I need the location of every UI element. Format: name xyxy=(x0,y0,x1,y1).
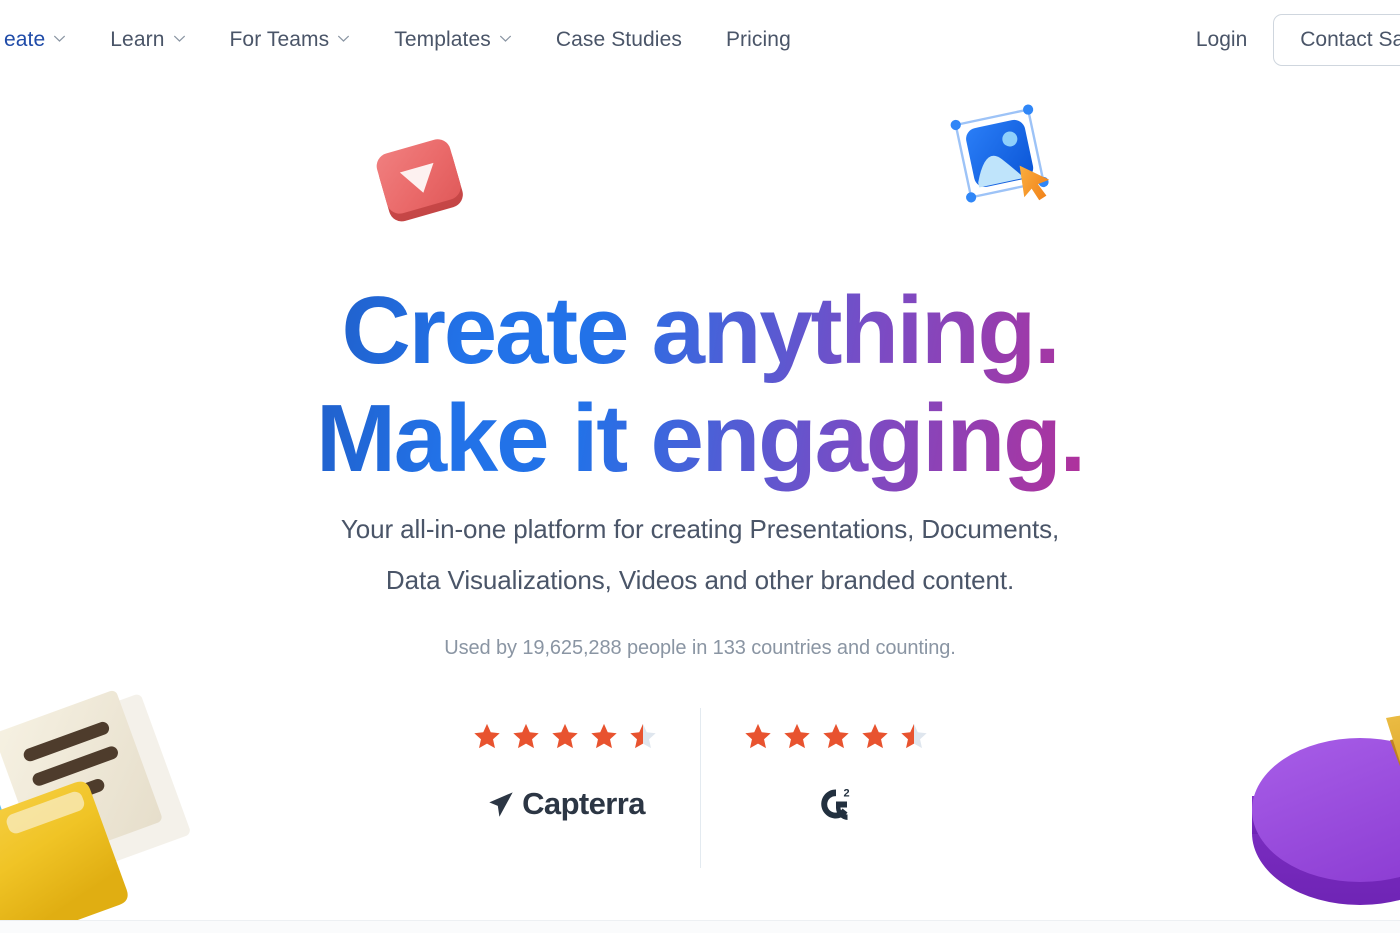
used-by-stat: Used by 19,625,288 people in 133 countri… xyxy=(444,637,956,659)
contact-sales-button[interactable]: Contact Sales xyxy=(1273,14,1400,66)
login-link[interactable]: Login xyxy=(1196,28,1247,52)
nav-item-for-teams-label: For Teams xyxy=(229,28,330,51)
star-icon xyxy=(822,723,849,748)
rating-block-capterra[interactable]: Capterra xyxy=(456,708,674,868)
star-icon xyxy=(861,723,888,748)
chevron-down-icon xyxy=(337,32,350,45)
star-icon xyxy=(512,723,539,748)
star-half-icon xyxy=(629,723,656,748)
rating-block-g2[interactable]: 2 xyxy=(727,708,945,868)
primary-nav: eate Learn For Teams Templates Case Stud xyxy=(0,0,813,80)
top-navigation-bar: eate Learn For Teams Templates Case Stud xyxy=(0,0,1400,80)
star-icon xyxy=(551,723,578,748)
nav-item-learn[interactable]: Learn xyxy=(88,0,207,80)
nav-item-templates[interactable]: Templates xyxy=(372,0,534,80)
nav-item-pricing-label: Pricing xyxy=(725,28,791,51)
star-half-icon xyxy=(900,723,927,748)
image-select-3d-icon xyxy=(947,103,1057,211)
g2-mark-icon: 2 xyxy=(820,788,849,820)
video-play-3d-icon xyxy=(368,131,474,231)
hero-subtitle-line-1: Your all-in-one platform for creating Pr… xyxy=(340,514,1060,544)
chevron-down-icon xyxy=(499,32,512,45)
nav-item-create[interactable]: eate xyxy=(0,0,88,80)
chevron-down-icon xyxy=(53,32,66,45)
star-icon xyxy=(783,723,810,748)
section-boundary xyxy=(0,920,1400,933)
ratings-divider xyxy=(699,708,701,868)
nav-actions: Login Contact Sales xyxy=(1196,14,1400,66)
capterra-logo-icon: Capterra xyxy=(484,778,645,830)
nav-item-case-studies[interactable]: Case Studies xyxy=(534,0,704,80)
hero-headline: Create anything. Make it engaging. xyxy=(0,277,1400,492)
hero-headline-line-1: Create anything. xyxy=(341,277,1059,384)
g2-logo-icon: 2 xyxy=(813,778,859,830)
nav-item-pricing[interactable]: Pricing xyxy=(704,0,813,80)
hero-subtitle-line-2: Data Visualizations, Videos and other br… xyxy=(385,564,1015,595)
nav-item-templates-label: Templates xyxy=(394,28,491,51)
star-icon xyxy=(473,723,500,748)
nav-item-create-label: eate xyxy=(4,28,46,51)
svg-text:2: 2 xyxy=(843,788,849,800)
capterra-arrow-icon xyxy=(489,792,513,817)
g2-star-rating xyxy=(743,716,929,756)
hero-subtitle: Your all-in-one platform for creating Pr… xyxy=(0,504,1400,606)
folder-documents-3d-icon xyxy=(0,690,220,933)
chevron-down-icon xyxy=(173,32,186,45)
pie-chart-3d-icon xyxy=(1240,700,1400,930)
hero-headline-line-2: Make it engaging. xyxy=(315,384,1085,492)
nav-item-learn-label: Learn xyxy=(110,28,165,51)
capterra-star-rating xyxy=(472,716,658,756)
star-icon xyxy=(744,723,771,748)
star-icon xyxy=(590,723,617,748)
nav-item-case-studies-label: Case Studies xyxy=(555,28,682,51)
nav-item-for-teams[interactable]: For Teams xyxy=(208,0,373,80)
capterra-label: Capterra xyxy=(522,786,645,821)
